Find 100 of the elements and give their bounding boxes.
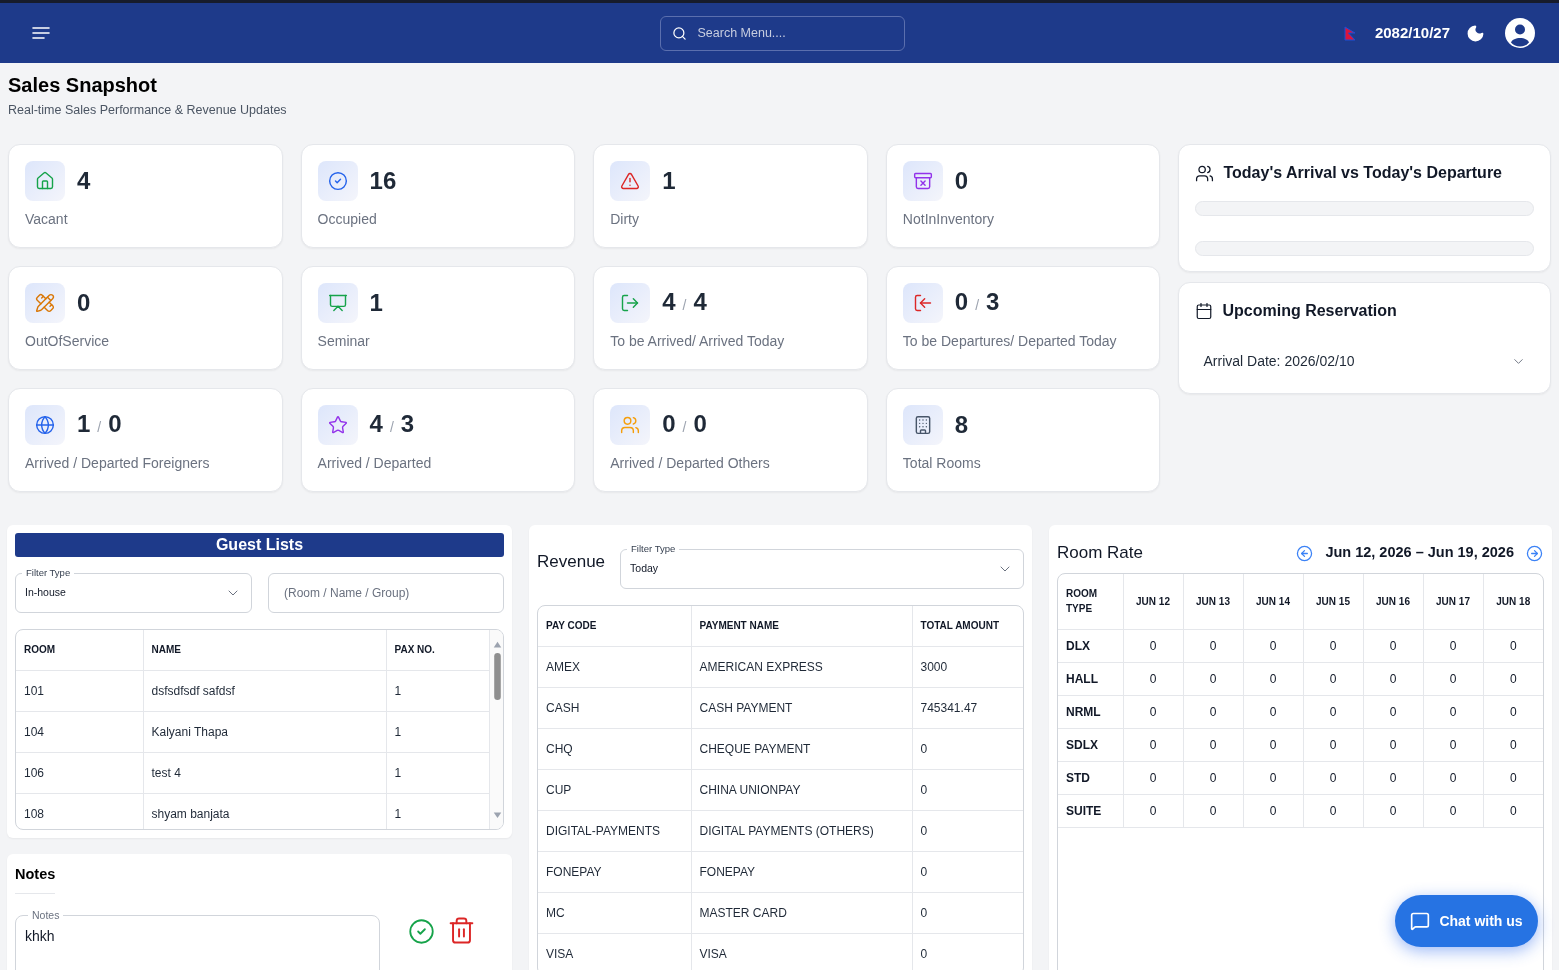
stat-value: 1 / 0 [77,408,122,439]
search-icon [671,25,687,41]
stat-value: 0 [954,166,969,196]
stat-label: To be Departures/ Departed Today [902,332,1118,351]
table-cell: 0 [1449,770,1457,785]
people-icon [1195,163,1215,183]
table-cell: 101 [24,683,45,698]
delete-note-button[interactable] [447,916,476,945]
table-cell: AMERICAN EXPRESS [699,659,823,674]
table-cell: DLX [1066,638,1090,653]
field-label: Filter Type [22,566,75,580]
search-field[interactable]: Search Menu.... [659,15,905,51]
column-header: JUN 18 [1496,595,1531,607]
scrollbar[interactable] [489,630,503,829]
stat-value: 0 / 3 [954,286,1000,317]
field-label: Notes [28,908,64,922]
theme-toggle-button[interactable] [1466,23,1485,43]
stat-label: Total Rooms [902,454,982,473]
stat-value: 16 [369,166,397,196]
table-cell: VISA [546,946,574,961]
table-cell: 0 [1269,638,1277,653]
table-cell: 0 [1389,770,1397,785]
stat-value: 4 / 4 [662,286,707,317]
stat-value: 4 [77,166,91,196]
table-cell: test 4 [151,765,181,780]
table-cell: 0 [1269,704,1277,719]
table-cell: 3000 [920,659,948,674]
table-cell: 0 [920,782,928,797]
section-header: Guest Lists [15,533,504,557]
next-button[interactable] [1526,544,1543,562]
presentation-icon [317,283,358,323]
table-cell: 0 [1269,803,1277,818]
stat-value: 0 [77,288,91,318]
tools-icon [25,283,65,323]
stat-value: 1 [662,166,676,196]
page-subtitle: Real-time Sales Performance & Revenue Updates [8,102,288,119]
table-cell: 0 [1269,737,1277,752]
table-cell: DIGITAL-PAYMENTS [546,823,660,838]
warning-icon [610,161,651,201]
archive-x-icon [902,161,943,201]
accordion-item[interactable]: Arrival Date: 2026/02/10 [1195,351,1534,371]
stat-label: Arrived / Departed [317,454,433,473]
table-cell: AMEX [546,659,580,674]
table-cell: 0 [1329,671,1337,686]
column-header: JUN 13 [1196,595,1230,607]
table-cell: 106 [24,765,45,780]
column-header: JUN 17 [1436,595,1470,607]
table-cell: 0 [1209,770,1217,785]
date-range: Jun 12, 2026 – Jun 19, 2026 [1325,543,1514,563]
table-cell: 0 [1209,704,1217,719]
table-cell: 1 [394,806,402,821]
table-cell: NRML [1066,704,1101,719]
stat-label: Arrived / Departed Others [610,454,771,473]
table-cell: CUP [546,782,572,797]
profile-button[interactable] [1505,18,1535,48]
avatar-icon [1505,18,1535,48]
arrow-left-icon [1296,544,1314,562]
table-cell: STD [1066,770,1090,785]
chat-bubble-icon [1410,911,1431,931]
stat-label: Vacant [25,210,69,229]
table-cell: SDLX [1066,737,1098,752]
previous-button[interactable] [1296,544,1314,562]
table-cell: 0 [1149,803,1157,818]
stat-label: OutOfService [25,332,111,351]
chat-button[interactable]: Chat with us [1395,895,1538,947]
building-icon [902,405,943,445]
home-icon [25,161,65,201]
table-cell: 0 [1329,770,1337,785]
table-cell: 0 [1449,638,1457,653]
table-cell: FONEPAY [699,864,756,879]
flag-icon [1343,25,1356,41]
table-cell: 1 [394,683,402,698]
table-cell: 0 [1389,671,1397,686]
table-cell: FONEPAY [546,864,602,879]
column-header: JUN 12 [1136,595,1170,607]
field-label: Filter Type [627,542,680,556]
column-header: JUN 15 [1316,595,1350,607]
stat-label: Arrived / Departed Foreigners [25,454,211,473]
table-cell: 0 [1269,671,1277,686]
moon-icon [1466,23,1485,43]
table-cell: 0 [1209,638,1217,653]
page-title: Sales Snapshot [8,73,158,98]
date-text: 2082/10/27 [1374,22,1450,43]
table-cell: HALL [1066,671,1098,686]
stat-label: Dirty [610,210,640,229]
column-header: JUN 16 [1376,595,1410,607]
table-cell: CHQ [546,741,573,756]
table-cell: 0 [1449,737,1457,752]
table-cell: 104 [24,724,45,739]
save-note-button[interactable] [408,918,435,945]
table-cell: 0 [920,864,928,879]
table-cell: 0 [920,946,928,961]
table-cell: dsfsdfsdf safdsf [151,683,235,698]
table-cell: 0 [920,741,928,756]
table-cell: 0 [1149,737,1157,752]
column-header: NAME [151,643,181,655]
stat-label: Occupied [317,210,378,229]
table-cell: VISA [699,946,727,961]
table-cell: 0 [1389,737,1397,752]
table-cell: 0 [1149,671,1157,686]
